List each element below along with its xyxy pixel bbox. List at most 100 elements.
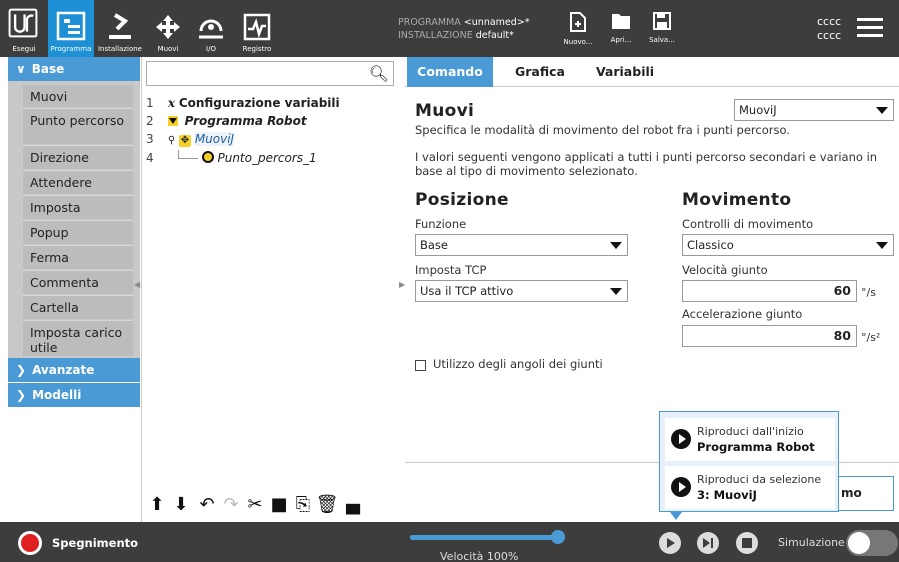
installation-label: INSTALLAZIONE (398, 30, 473, 41)
step-icon (703, 538, 710, 548)
cmd-imposta[interactable]: Imposta (23, 195, 133, 219)
step-button[interactable] (697, 532, 719, 554)
speed-slider-handle[interactable] (551, 530, 565, 544)
category-base[interactable]: ∨ Base (8, 57, 140, 81)
play-menu-popup: Riproduci dall'inizio Programma Robot Ri… (659, 411, 839, 512)
stop-button[interactable] (736, 532, 758, 554)
new-button-label: Nuovo... (563, 38, 593, 46)
tree-row-number: 2 (146, 114, 154, 128)
redo-icon[interactable]: ↷ (220, 493, 242, 515)
speed-slider-fill (410, 535, 558, 540)
log-tab-label: Registro (242, 45, 272, 53)
program-tab-label: Programma (50, 45, 92, 53)
tcp-dropdown[interactable]: Usa il TCP attivo (415, 280, 628, 302)
search-input[interactable]: 🔍︎ (146, 61, 394, 86)
move-tab[interactable]: Muovi (146, 0, 190, 57)
move-icon: ✥ (178, 135, 191, 147)
tree-toolbar: ⬆ ⬇ ↶ ↷ ✂ ■ ⎘ 🗑︎ ▄ (146, 491, 396, 517)
ur-logo-icon (8, 8, 38, 38)
feature-dropdown[interactable]: Base (415, 234, 628, 256)
arrow-down-icon[interactable]: ⬇ (170, 493, 192, 515)
installation-tab-label: Installazione (97, 45, 142, 53)
speed-label: Velocità 100% (440, 550, 519, 562)
play-button-partial[interactable]: mo (838, 476, 894, 511)
cmd-imposta-carico-utile[interactable]: Imposta carico utile (23, 320, 133, 356)
feature-value: Base (420, 238, 449, 252)
cmd-punto-percorso[interactable]: Punto percorso (23, 108, 133, 144)
joint-accel-label: Accelerazione giunto (682, 307, 803, 321)
simulation-toggle[interactable] (846, 530, 898, 556)
save-button-label: Salva... (649, 36, 675, 44)
program-info: PROGRAMMA <unnamed>* INSTALLAZIONE defau… (398, 16, 530, 42)
chevron-down-icon (876, 242, 888, 249)
joint-accel-input[interactable]: 80 (682, 325, 857, 347)
log-icon (243, 13, 271, 41)
power-label: Spegnimento (52, 536, 139, 550)
tab-variabili[interactable]: Variabili (585, 57, 665, 87)
cut-icon[interactable]: ✂ (244, 493, 266, 515)
speed-slider[interactable] (410, 530, 565, 544)
installation-icon (109, 13, 131, 39)
move-description: Specifica le modalità di movimento del r… (415, 123, 790, 137)
tree-row-3[interactable]: 3 ⚲ ✥ MuoviJ (146, 132, 235, 150)
tree-row-1[interactable]: 1 x Configurazione variabili (146, 96, 340, 114)
category-templates[interactable]: ❯ Modelli (8, 383, 140, 407)
tree-row-4[interactable]: 4 Punto_percors_1 (146, 150, 317, 168)
move-type-value: MuoviJ (739, 103, 777, 117)
cmd-popup[interactable]: Popup (23, 220, 133, 244)
move-info: I valori seguenti vengono applicati a tu… (415, 150, 878, 178)
tree-row-number: 1 (146, 96, 154, 110)
category-advanced[interactable]: ❯ Avanzate (8, 358, 140, 382)
category-templates-label: Modelli (32, 388, 82, 402)
tree-row-label: MuoviJ (194, 132, 235, 146)
cmd-muovi[interactable]: Muovi (23, 85, 133, 107)
program-tree-panel: ∨ Base Muovi Punto percorso Direzione Att… (0, 57, 405, 522)
header-bar: Esegui Programma Installazione Muovi I/O (0, 0, 899, 57)
tree-row-label: Configurazione variabili (178, 96, 340, 110)
variable-x-icon: x (167, 96, 175, 110)
cmd-attendere[interactable]: Attendere (23, 170, 133, 194)
tab-comando[interactable]: Comando (407, 57, 493, 87)
open-button-label: Apri... (610, 36, 632, 44)
play-from-selection-line1: Riproduci da selezione (697, 473, 822, 486)
installation-name: default* (475, 30, 514, 41)
joint-speed-input[interactable]: 60 (682, 280, 857, 302)
save-button[interactable]: Salva... (644, 12, 680, 44)
menu-hamburger-icon[interactable] (857, 18, 883, 38)
log-tab[interactable]: Registro (232, 0, 282, 57)
suppress-icon[interactable]: ▄ (342, 493, 364, 515)
run-tab[interactable]: Esegui (0, 0, 48, 57)
cmd-direzione[interactable]: Direzione (23, 145, 133, 169)
motion-title: Movimento (682, 190, 792, 210)
play-from-selection-line2: 3: MuoviJ (697, 488, 757, 502)
joint-angles-checkbox[interactable] (415, 360, 426, 371)
play-from-start-item[interactable]: Riproduci dall'inizio Programma Robot (665, 418, 835, 461)
tab-grafica[interactable]: Grafica (500, 57, 580, 87)
cmd-commenta[interactable]: Commenta (23, 270, 133, 294)
copy-icon[interactable]: ■ (268, 493, 290, 515)
program-label: PROGRAMMA (398, 17, 461, 28)
footer-bar: Spegnimento Velocità 100% Simulazione (0, 522, 899, 562)
cmd-cartella[interactable]: Cartella (23, 295, 133, 319)
run-tab-label: Esegui (12, 45, 36, 53)
undo-icon[interactable]: ↶ (196, 493, 218, 515)
new-button[interactable]: Nuovo... (560, 12, 596, 46)
program-icon (56, 11, 86, 41)
open-button[interactable]: Apri... (603, 12, 639, 44)
program-tab[interactable]: Programma (48, 0, 94, 57)
tree-row-2[interactable]: 2 Programma Robot (146, 114, 307, 132)
motion-controls-dropdown[interactable]: Classico (682, 234, 894, 256)
play-icon (671, 477, 691, 497)
delete-icon[interactable]: 🗑︎ (316, 493, 339, 515)
io-tab[interactable]: I/O (190, 0, 232, 57)
arrow-up-icon[interactable]: ⬆ (146, 493, 168, 515)
installation-tab[interactable]: Installazione (94, 0, 146, 57)
play-from-selection-item[interactable]: Riproduci da selezione 3: MuoviJ (665, 466, 835, 509)
cmd-ferma[interactable]: Ferma (23, 245, 133, 269)
move-type-dropdown[interactable]: MuoviJ (734, 99, 894, 121)
play-button[interactable] (659, 532, 681, 554)
power-button[interactable] (18, 531, 42, 555)
feature-label: Funzione (415, 217, 467, 231)
paste-icon[interactable]: ⎘ (292, 493, 314, 515)
folder-icon (612, 14, 630, 29)
